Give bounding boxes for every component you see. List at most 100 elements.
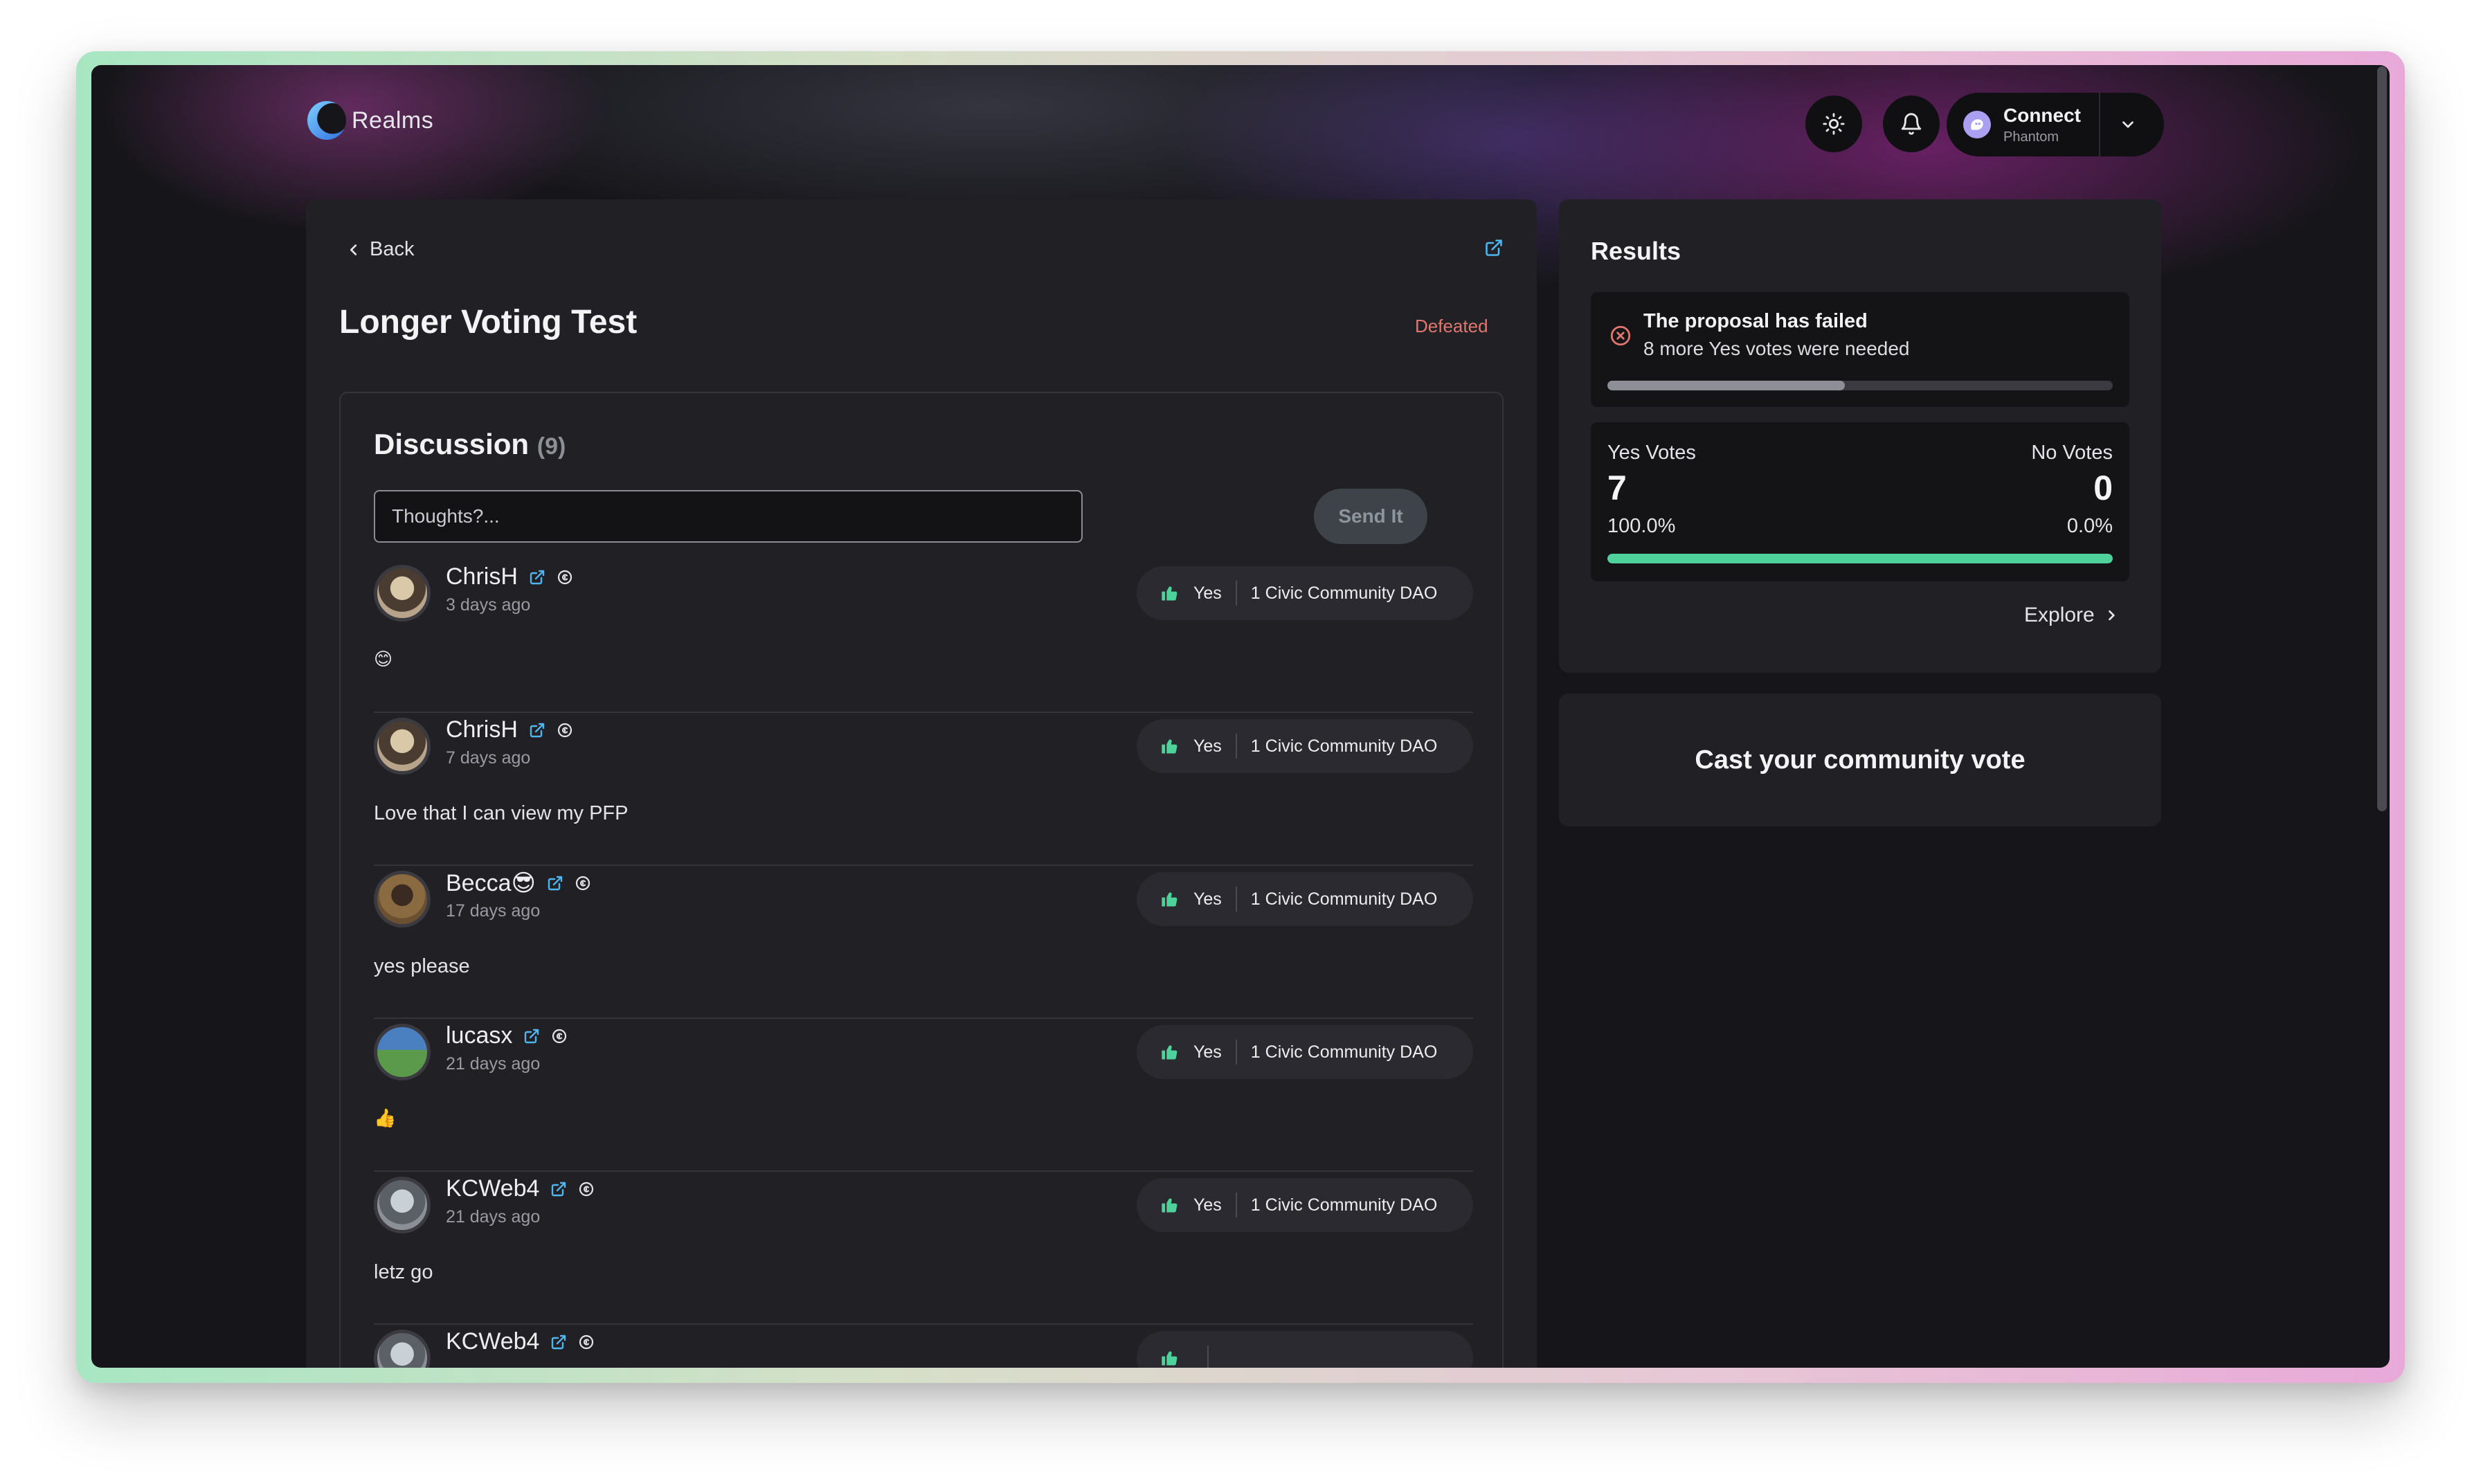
x-circle-icon: [1609, 324, 1632, 351]
thumbs-up-icon: [1160, 736, 1180, 756]
comment-item: ChrisH 3 days ago 😊 Yes 1 Civic Communit…: [374, 561, 1473, 713]
civic-pass-link[interactable]: [575, 875, 591, 892]
phantom-icon: [1963, 111, 1991, 138]
comment-author: Becca😎: [446, 870, 536, 896]
vote-choice: Yes: [1193, 1195, 1222, 1215]
comment-author: KCWeb4: [446, 1175, 540, 1202]
author-profile-link[interactable]: [550, 1181, 567, 1197]
pill-divider: [1235, 1040, 1237, 1065]
vote-choice: Yes: [1193, 889, 1222, 909]
comment-timestamp: 21 days ago: [446, 1207, 541, 1227]
theme-toggle-button[interactable]: [1805, 96, 1862, 152]
avatar[interactable]: [374, 565, 431, 622]
thumbs-up-icon: [1160, 1195, 1180, 1215]
thumbs-up-icon: [1160, 583, 1180, 603]
vote-choice: Yes: [1193, 1042, 1222, 1062]
comment-body: 👍: [374, 1108, 397, 1129]
quorum-progress-fill: [1607, 381, 1846, 390]
explorer-link-button[interactable]: [1484, 238, 1504, 261]
back-link[interactable]: Back: [346, 238, 414, 261]
comment-input[interactable]: [374, 490, 1083, 543]
discussion-panel: Discussion (9) Send It ChrisH 3 days ago…: [339, 392, 1504, 1368]
avatar[interactable]: [374, 718, 431, 775]
wallet-connect-button[interactable]: Connect Phantom: [1947, 93, 2164, 156]
vote-choice: Yes: [1193, 583, 1222, 603]
comment-item: KCWeb4 21 days ago letz go Yes 1 Civic C…: [374, 1173, 1473, 1325]
fail-title: The proposal has failed: [1643, 310, 1868, 332]
comment-author: KCWeb4: [446, 1328, 540, 1355]
comment-item: lucasx 21 days ago 👍 Yes 1 Civic Communi…: [374, 1020, 1473, 1172]
author-profile-link[interactable]: [550, 1334, 567, 1350]
no-votes-percent: 0.0%: [2066, 515, 2113, 537]
vote-pill: Yes 1 Civic Community DAO: [1137, 872, 1473, 926]
yes-votes-label: Yes Votes: [1607, 442, 1696, 464]
civic-pass-link[interactable]: [551, 1028, 568, 1044]
chevron-right-icon: [2108, 610, 2115, 621]
avatar[interactable]: [374, 1330, 431, 1368]
vote-weight: 1 Civic Community DAO: [1250, 583, 1438, 603]
pill-divider: [1235, 581, 1237, 606]
vote-tally-box: Yes Votes No Votes 7 0 100.0% 0.0%: [1591, 422, 2129, 581]
notifications-button[interactable]: [1883, 96, 1940, 152]
results-title: Results: [1591, 237, 1681, 265]
civic-icon: [557, 570, 572, 584]
civic-pass-link[interactable]: [557, 569, 573, 586]
vote-weight: 1 Civic Community DAO: [1250, 1195, 1438, 1215]
scrollbar-thumb[interactable]: [2377, 66, 2387, 811]
author-profile-link[interactable]: [523, 1028, 540, 1044]
comment-author-row: ChrisH: [446, 563, 573, 590]
vote-share-bar: [1607, 554, 2113, 563]
chevron-down-icon: [2122, 121, 2133, 128]
comment-timestamp: 7 days ago: [446, 748, 531, 768]
page-scrollbar[interactable]: [2377, 65, 2387, 1368]
civic-pass-link[interactable]: [557, 722, 573, 739]
explore-link[interactable]: Explore: [2024, 604, 2118, 627]
comment-author: ChrisH: [446, 716, 518, 743]
comment-author-row: KCWeb4: [446, 1328, 595, 1355]
author-profile-link[interactable]: [529, 722, 545, 739]
comment-item: ChrisH 7 days ago Love that I can view m…: [374, 714, 1473, 866]
external-link-icon: [530, 570, 545, 584]
comment-author-row: Becca😎: [446, 869, 591, 897]
avatar[interactable]: [374, 1024, 431, 1080]
no-votes-count: 0: [2093, 469, 2113, 507]
vote-weight: 1 Civic Community DAO: [1250, 889, 1438, 909]
vote-weight: 1 Civic Community DAO: [1250, 736, 1438, 756]
pill-divider: [1235, 1193, 1237, 1218]
comment-author-row: KCWeb4: [446, 1175, 595, 1202]
civic-icon: [557, 723, 572, 737]
vote-pill: Yes 1 Civic Community DAO: [1137, 1025, 1473, 1079]
external-link-icon: [525, 1029, 539, 1043]
civic-pass-link[interactable]: [578, 1334, 595, 1350]
wallet-dropdown-button[interactable]: [2113, 109, 2143, 140]
vote-choice: Yes: [1193, 736, 1222, 756]
no-votes-label: No Votes: [2031, 442, 2113, 464]
realms-logo[interactable]: Realms: [307, 101, 433, 140]
back-label: Back: [370, 238, 415, 260]
cast-vote-heading: Cast your community vote: [1695, 745, 2026, 775]
chevron-left-icon: [350, 244, 357, 255]
pill-divider: [1235, 887, 1237, 912]
external-link-icon: [548, 876, 563, 891]
yes-votes-count: 7: [1607, 469, 1627, 507]
app-frame: Realms Connect Phantom Back Longer Votin…: [76, 51, 2405, 1383]
fail-subtitle: 8 more Yes votes were needed: [1643, 338, 1910, 359]
civic-pass-link[interactable]: [578, 1181, 595, 1197]
comment-body: 😊: [374, 649, 393, 670]
avatar[interactable]: [374, 1177, 431, 1233]
proposal-failed-box: The proposal has failed 8 more Yes votes…: [1591, 292, 2129, 407]
author-profile-link[interactable]: [529, 569, 545, 586]
wallet-title: Connect: [2003, 104, 2081, 126]
author-profile-link[interactable]: [547, 875, 563, 892]
discussion-count: (9): [536, 433, 566, 460]
avatar[interactable]: [374, 871, 431, 928]
comment-body: Love that I can view my PFP: [374, 802, 629, 824]
discussion-heading: Discussion: [374, 428, 530, 460]
comment-item: KCWeb4: [374, 1325, 1473, 1368]
realms-logo-icon: [307, 101, 346, 140]
civic-icon: [579, 1334, 594, 1349]
comment-body: yes please: [374, 955, 470, 977]
send-button[interactable]: Send It: [1314, 489, 1427, 544]
comment-timestamp: 17 days ago: [446, 901, 541, 921]
comment-author: ChrisH: [446, 563, 518, 590]
